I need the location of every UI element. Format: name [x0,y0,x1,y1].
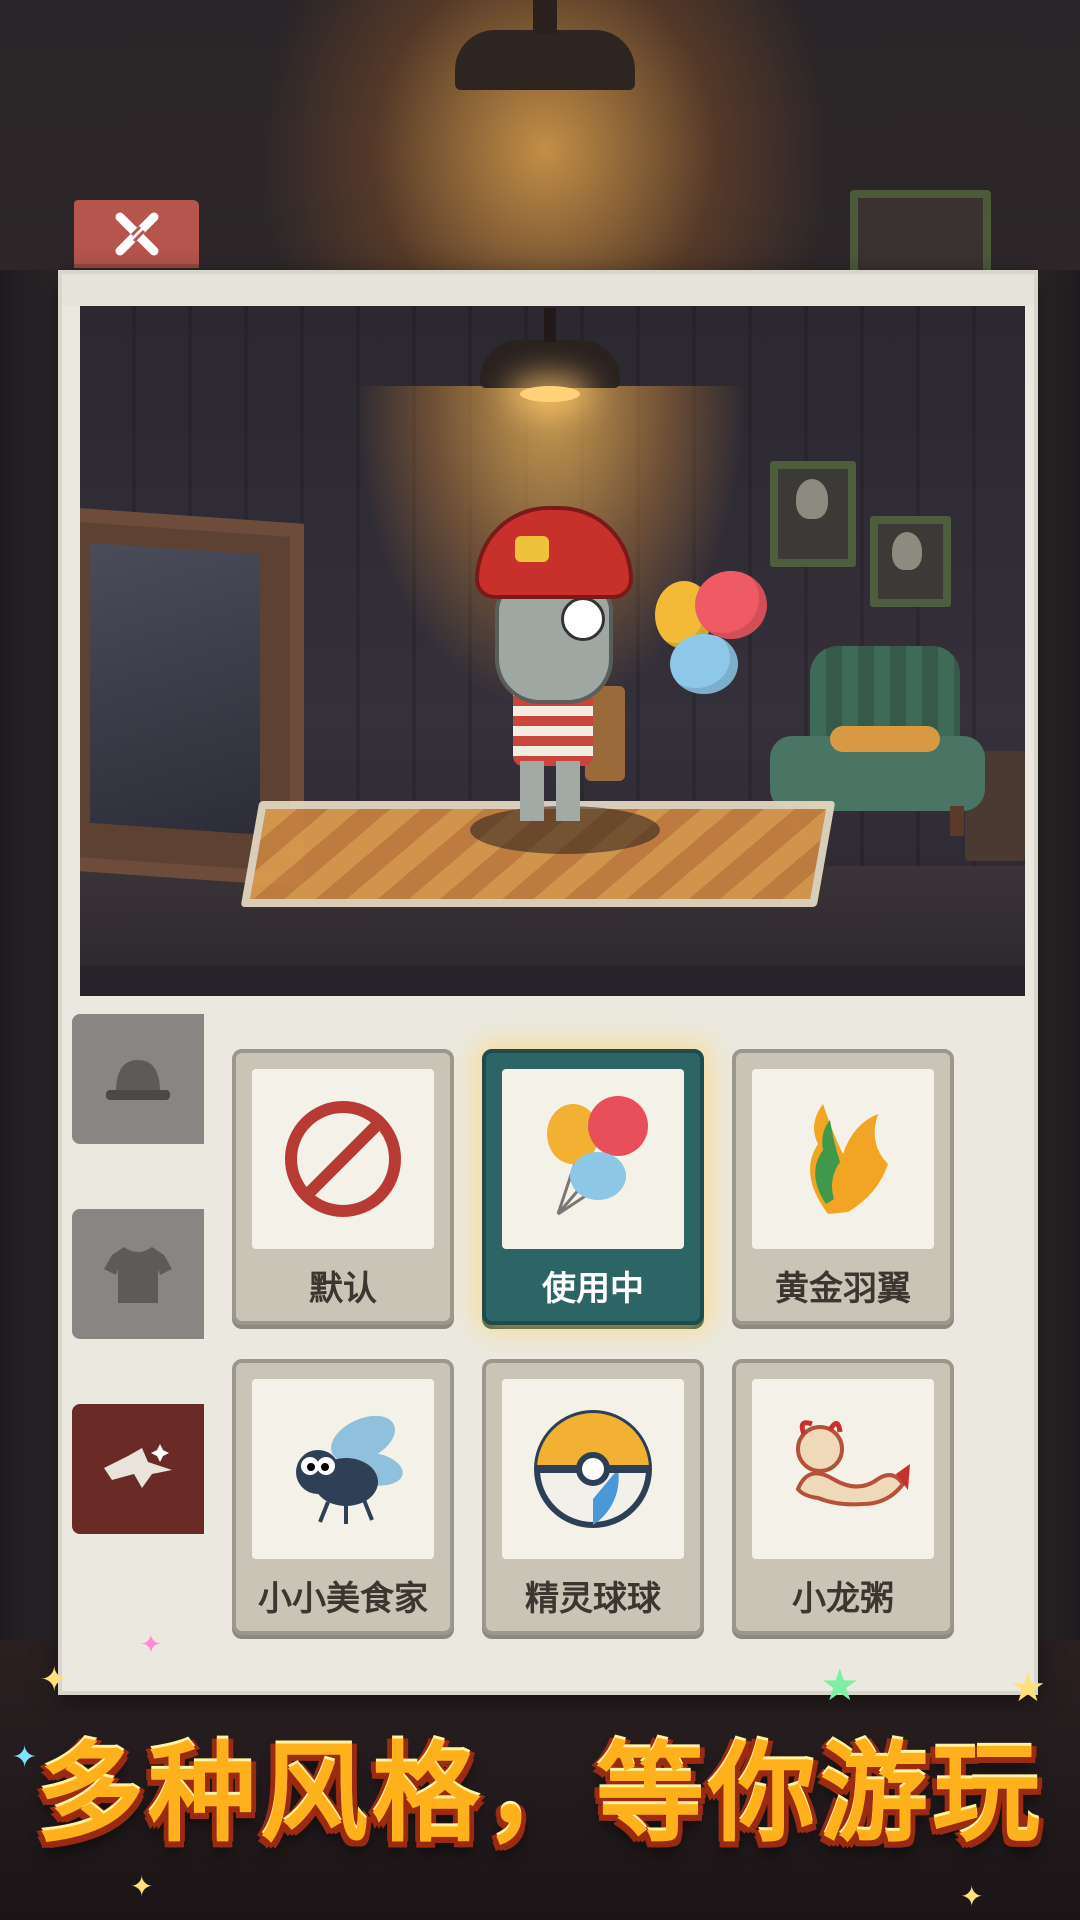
sparkle-icon: ✦ [960,1880,984,1913]
item-card[interactable]: 小小美食家 [232,1359,454,1635]
background-lamp [455,0,635,90]
mirror-glass [90,542,260,835]
banner-title: 多种风格，等你游玩 [35,1732,1044,1857]
item-card-selected[interactable]: 使用中 [482,1049,704,1325]
armchair-cushion [830,726,940,752]
item-thumbnail [252,1069,434,1249]
dragon-icon [795,1420,910,1507]
none-icon [285,1101,401,1217]
portrait-icon [770,461,856,567]
item-card[interactable]: 黄金羽翼 [732,1049,954,1325]
sparkle-icon: ✦ [140,1630,162,1660]
ball-icon [534,1410,652,1528]
player-character [470,506,660,854]
background-left-wall [0,270,60,1750]
balloons-icon [547,1096,648,1216]
shirt-icon [104,1247,172,1303]
item-label: 小龙粥 [792,1578,894,1619]
item-thumbnail [502,1069,684,1249]
close-icon [115,212,158,256]
tab-clothes[interactable] [72,1209,204,1339]
character-legs [520,761,580,821]
hat-bow [515,536,549,562]
golden-wings-icon [810,1104,888,1214]
item-thumbnail [752,1379,934,1559]
sparkle-icon: ★ [1010,1665,1046,1711]
scene-floor-base [80,966,1025,996]
item-thumbnail [502,1379,684,1559]
item-card[interactable]: 默认 [232,1049,454,1325]
panel-header-strip [62,274,1034,306]
armchair-leg [950,806,964,836]
balloon-icon [695,571,767,639]
item-label: 精灵球球 [525,1578,661,1619]
item-label: 小小美食家 [258,1578,428,1619]
tab-accessories[interactable] [72,1404,204,1534]
close-button[interactable] [74,200,199,268]
item-thumbnail [752,1069,934,1249]
item-card[interactable]: 小龙粥 [732,1359,954,1635]
ceiling-lamp-icon [480,308,620,402]
character-preview-scene [80,306,1025,996]
sparkle-icon: ✦ [40,1660,69,1700]
promo-banner: 多种风格，等你游玩 [0,1710,1080,1860]
item-thumbnail [252,1379,434,1559]
balloon-icon [670,634,738,694]
hat-icon [106,1060,170,1100]
sparkle-icon: ✦ [130,1870,154,1903]
character-face [495,581,613,704]
sparkle-icon: ✦ [12,1740,38,1775]
category-tabs [72,1014,204,1644]
character-hat [475,506,633,599]
portrait-icon [870,516,951,607]
item-label: 使用中 [542,1268,644,1309]
item-label: 默认 [309,1268,377,1309]
wings-icon [104,1444,172,1488]
item-card[interactable]: 精灵球球 [482,1359,704,1635]
sparkle-icon: ★ [820,1660,860,1711]
item-label: 黄金羽翼 [775,1268,911,1309]
character-eye [561,597,605,641]
wardrobe-panel: 默认 使用中 黄金羽翼 小小美食家 精灵球球 小龙粥 [58,270,1038,1695]
fly-icon [296,1415,403,1524]
tab-hat[interactable] [72,1014,204,1144]
